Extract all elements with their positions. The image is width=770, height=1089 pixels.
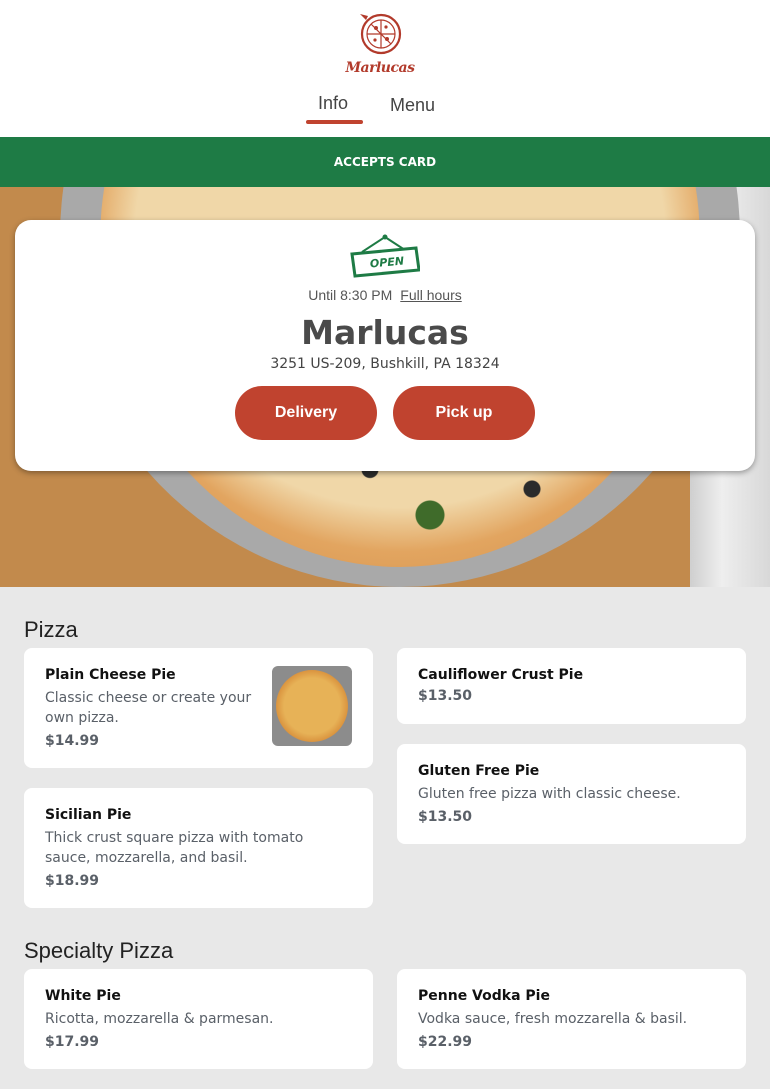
- menu-item-description: Gluten free pizza with classic cheese.: [418, 786, 681, 802]
- delivery-button[interactable]: Delivery: [235, 386, 377, 440]
- restaurant-info-card: OPEN Until 8:30 PM Full hours Marlucas 32…: [15, 220, 755, 471]
- menu-item[interactable]: Penne Vodka Pie Vodka sauce, fresh mozza…: [397, 969, 746, 1069]
- menu-item-name: Cauliflower Crust Pie: [418, 667, 584, 683]
- menu-item[interactable]: White Pie Ricotta, mozzarella & parmesan…: [24, 969, 373, 1069]
- tab-info[interactable]: Info: [318, 93, 348, 114]
- menu-item-name: Sicilian Pie: [45, 807, 132, 823]
- logo-wordmark: Marlucas: [345, 60, 415, 76]
- full-hours-link[interactable]: Full hours: [400, 287, 461, 303]
- site-header: Marlucas Info Menu: [0, 0, 770, 137]
- menu-item-price: $13.50: [418, 688, 473, 704]
- menu-item-price: $18.99: [45, 873, 100, 889]
- hours-row: Until 8:30 PM Full hours: [15, 287, 755, 303]
- menu-item-image: [272, 666, 352, 746]
- menu-item-name: Penne Vodka Pie: [418, 988, 550, 1004]
- hours-text: Until 8:30 PM: [308, 287, 393, 303]
- menu-item-description: Thick crust square pizza with tomato sau…: [45, 830, 304, 866]
- menu-item-description: Ricotta, mozzarella & parmesan.: [45, 1011, 274, 1027]
- pizza-logo-icon: [360, 13, 402, 55]
- menu-item-price: $17.99: [45, 1034, 100, 1050]
- menu-item[interactable]: Plain Cheese Pie Classic cheese or creat…: [24, 648, 373, 768]
- menu-item-price: $13.50: [418, 809, 473, 825]
- restaurant-address: 3251 US-209, Bushkill, PA 18324: [270, 356, 500, 372]
- section-title-specialty-pizza: Specialty Pizza: [24, 938, 174, 963]
- menu-item-name: Gluten Free Pie: [418, 763, 540, 779]
- payment-banner: ACCEPTS CARD: [0, 137, 770, 187]
- menu-item[interactable]: Sicilian Pie Thick crust square pizza wi…: [24, 788, 373, 908]
- active-tab-indicator: [306, 120, 363, 124]
- menu-item-name: White Pie: [45, 988, 121, 1004]
- menu-item[interactable]: Cauliflower Crust Pie $13.50: [397, 648, 746, 724]
- section-title-pizza: Pizza: [24, 617, 78, 642]
- menu-item[interactable]: Gluten Free Pie Gluten free pizza with c…: [397, 744, 746, 844]
- menu-item-description: Vodka sauce, fresh mozzarella & basil.: [418, 1011, 688, 1027]
- menu-item-price: $22.99: [418, 1034, 473, 1050]
- cheese-pizza-image: [276, 670, 348, 742]
- menu-item-description: Classic cheese or create your own pizza.: [45, 690, 252, 726]
- pickup-button[interactable]: Pick up: [393, 386, 535, 440]
- brand-logo[interactable]: Marlucas: [340, 8, 420, 80]
- restaurant-name: Marlucas: [301, 313, 469, 352]
- tab-menu[interactable]: Menu: [390, 95, 435, 116]
